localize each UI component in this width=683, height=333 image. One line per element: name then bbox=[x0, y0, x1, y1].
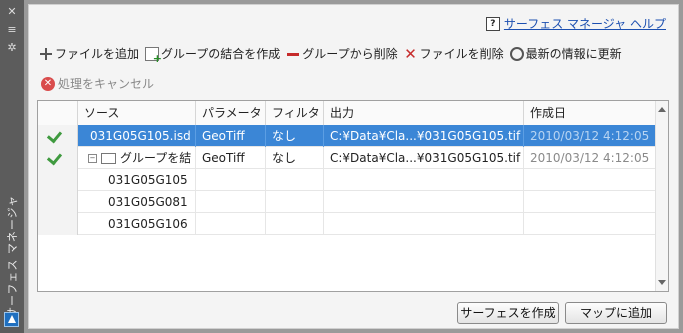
parameter-cell: GeoTiff bbox=[196, 125, 266, 147]
column-header-source[interactable]: ソース bbox=[78, 101, 196, 125]
filter-cell bbox=[266, 191, 324, 213]
help-icon: ? bbox=[485, 16, 500, 31]
plus-icon bbox=[39, 47, 53, 61]
help-link-group[interactable]: ? サーフェス マネージャ ヘルプ bbox=[485, 15, 666, 32]
remove-file-button[interactable]: ✕ ファイルを削除 bbox=[404, 44, 503, 63]
source-cell: 031G05G105.isd bbox=[78, 125, 196, 147]
add-file-button[interactable]: ファイルを追加 bbox=[39, 45, 139, 62]
combine-group-button[interactable]: グループの結合を作成 bbox=[145, 45, 280, 65]
table-row[interactable]: 031G05G106 bbox=[38, 213, 658, 235]
row-header-column bbox=[38, 101, 78, 125]
refresh-icon bbox=[509, 46, 524, 61]
table-row[interactable]: 031G05G081 bbox=[38, 191, 658, 213]
add-to-map-button[interactable]: マップに追加 bbox=[565, 302, 667, 324]
delete-icon: ✕ bbox=[404, 44, 417, 63]
table-row[interactable]: 031G05G105.isd GeoTiff なし C:¥Data¥Cla...… bbox=[38, 125, 658, 147]
source-cell: 031G05G105 bbox=[78, 169, 196, 191]
close-icon[interactable]: ✕ bbox=[4, 6, 20, 18]
window-title: サーフェス マネージャ bbox=[6, 194, 19, 318]
create-surface-button[interactable]: サーフェスを作成 bbox=[457, 302, 559, 324]
parameter-cell bbox=[196, 213, 266, 235]
column-header-output[interactable]: 出力 bbox=[324, 101, 524, 125]
filter-cell: なし bbox=[266, 147, 324, 169]
parameter-cell: GeoTiff bbox=[196, 147, 266, 169]
parameter-cell bbox=[196, 169, 266, 191]
cancel-process-button[interactable]: ✕ 処理をキャンセル bbox=[41, 75, 154, 92]
auto-hide-icon[interactable]: ≡ bbox=[4, 24, 20, 36]
date-cell: 2010/03/12 4:12:05 bbox=[524, 147, 658, 169]
remove-from-group-button[interactable]: グループから削除 bbox=[286, 45, 398, 62]
table-row[interactable]: − グループを結 GeoTiff なし C:¥Data¥Cla...¥031G05… bbox=[38, 147, 658, 169]
vertical-scrollbar[interactable] bbox=[655, 101, 668, 291]
collapse-icon[interactable]: − bbox=[88, 154, 97, 163]
surface-table: ソース パラメータ フィルタ 出力 作成日 031G05G105.isd Geo… bbox=[37, 100, 669, 292]
column-header-filter[interactable]: フィルタ bbox=[266, 101, 324, 125]
vertical-title-bar: ✕ ≡ ✲ サーフェス マネージャ bbox=[0, 0, 24, 333]
table-row[interactable]: 031G05G105 bbox=[38, 169, 658, 191]
app-icon[interactable] bbox=[4, 312, 19, 327]
date-cell bbox=[524, 191, 658, 213]
check-icon bbox=[46, 149, 63, 166]
surface-manager-panel: ? サーフェス マネージャ ヘルプ ファイルを追加 グループの結合を作成 グルー… bbox=[24, 0, 683, 333]
scroll-down-icon[interactable] bbox=[658, 280, 666, 285]
filter-cell bbox=[266, 169, 324, 191]
row-header bbox=[38, 125, 78, 147]
output-cell: C:¥Data¥Cla...¥031G05G105.tif bbox=[324, 147, 524, 169]
minus-icon bbox=[286, 47, 300, 61]
help-link[interactable]: サーフェス マネージャ ヘルプ bbox=[504, 15, 666, 32]
properties-icon[interactable]: ✲ bbox=[4, 42, 20, 54]
source-cell: 031G05G081 bbox=[78, 191, 196, 213]
parameter-cell bbox=[196, 191, 266, 213]
filter-cell: なし bbox=[266, 125, 324, 147]
scroll-up-icon[interactable] bbox=[658, 107, 666, 112]
folder-icon bbox=[101, 153, 116, 164]
date-cell: 2010/03/12 4:12:05 bbox=[524, 125, 658, 147]
output-cell: C:¥Data¥Cla...¥031G05G105.tif bbox=[324, 125, 524, 147]
filter-cell bbox=[266, 213, 324, 235]
refresh-button[interactable]: 最新の情報に更新 bbox=[509, 45, 622, 62]
check-icon bbox=[46, 127, 63, 144]
output-cell bbox=[324, 213, 524, 235]
toolbar: ファイルを追加 グループの結合を作成 グループから削除 ✕ ファイルを削除 最新… bbox=[39, 44, 622, 65]
cancel-icon: ✕ bbox=[41, 76, 55, 91]
row-header bbox=[38, 147, 78, 169]
column-header-parameter[interactable]: パラメータ bbox=[196, 101, 266, 125]
column-header-date[interactable]: 作成日 bbox=[524, 101, 658, 125]
source-cell-group: − グループを結 bbox=[78, 147, 196, 169]
date-cell bbox=[524, 169, 658, 191]
table-header: ソース パラメータ フィルタ 出力 作成日 bbox=[38, 101, 658, 126]
row-header bbox=[38, 169, 78, 191]
panel-content: ? サーフェス マネージャ ヘルプ ファイルを追加 グループの結合を作成 グルー… bbox=[28, 4, 679, 329]
date-cell bbox=[524, 213, 658, 235]
source-cell: 031G05G106 bbox=[78, 213, 196, 235]
row-header bbox=[38, 213, 78, 235]
add-group-icon bbox=[145, 46, 162, 65]
output-cell bbox=[324, 191, 524, 213]
row-header bbox=[38, 191, 78, 213]
output-cell bbox=[324, 169, 524, 191]
